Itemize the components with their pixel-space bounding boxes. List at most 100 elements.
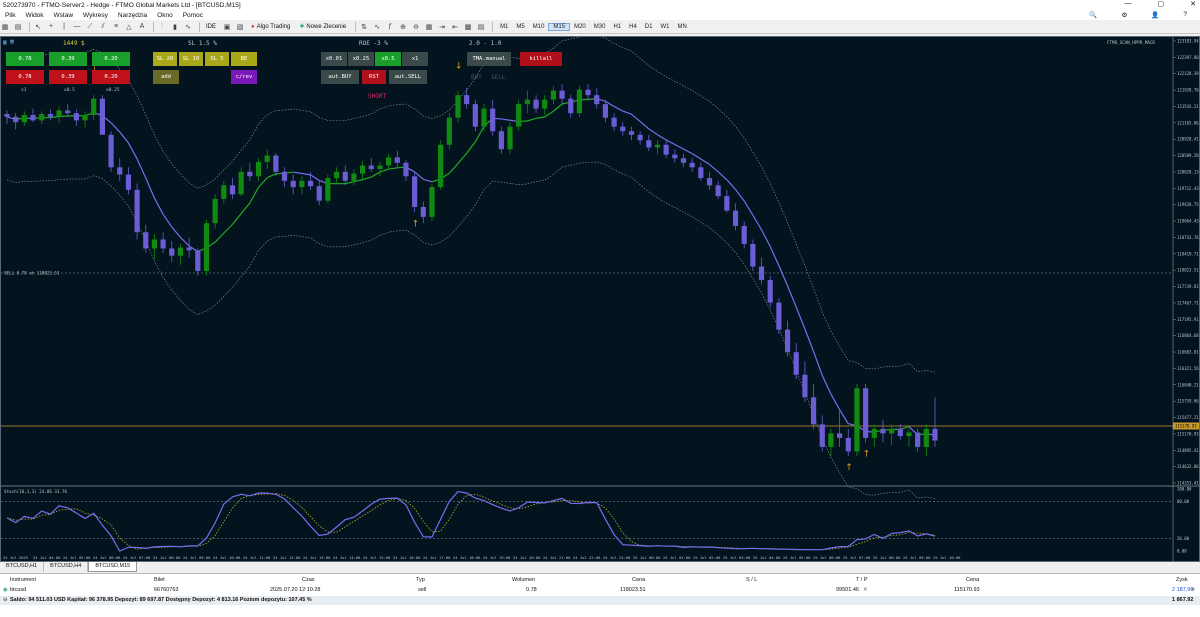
remove-tp-icon[interactable]: ✕	[863, 587, 868, 593]
candle-body	[819, 424, 825, 447]
chart-bars-icon[interactable]: ⫶	[157, 22, 167, 32]
reset-button[interactable]: RST	[362, 70, 386, 84]
grid-icon[interactable]: ▦	[424, 22, 434, 32]
profit-label: 1449 $	[63, 40, 85, 47]
col-price[interactable]: Cena	[632, 577, 645, 583]
table-row[interactable]: ◉ btcusd 66760763 2025.07.20 12:10:28 se…	[0, 586, 1200, 595]
timeframe-h4[interactable]: H4	[625, 24, 641, 30]
timeframe-d1[interactable]: D1	[641, 24, 657, 30]
tma-manual-button[interactable]: TMA.manual	[467, 52, 511, 66]
signal-icon[interactable]: ∿	[372, 22, 382, 32]
channel-icon[interactable]: ⫽	[98, 22, 108, 32]
timeframe-m30[interactable]: M30	[590, 24, 610, 30]
position-tp[interactable]: 99501.46	[836, 587, 859, 593]
algo-trading-button[interactable]: ● Algo Trading	[248, 21, 293, 32]
zoom-out-icon[interactable]: ⊖	[411, 22, 421, 32]
strategy-tester-icon[interactable]: ▧	[235, 22, 245, 32]
text-icon[interactable]: A	[137, 22, 147, 32]
roe-x001-button[interactable]: x0.01	[321, 52, 347, 66]
roe-x05-button[interactable]: x0.5	[375, 52, 401, 66]
terminal-icon[interactable]: ▣	[222, 22, 232, 32]
price-tick-label: 117195.91	[1177, 317, 1199, 322]
new-chart-icon[interactable]: ▦	[0, 22, 10, 32]
zoom-in-icon[interactable]: ⊕	[398, 22, 408, 32]
tab-btcusd-h4[interactable]: BTCUSD,H4	[44, 562, 89, 572]
menu-help[interactable]: Pomoc	[178, 12, 208, 19]
timeframe-m1[interactable]: M1	[496, 24, 512, 30]
shapes-icon[interactable]: △	[124, 22, 134, 32]
settings-icon[interactable]: ⚙	[1116, 11, 1132, 19]
col-current-price[interactable]: Cena	[966, 577, 979, 583]
close-reverse-button[interactable]: c/rev	[231, 70, 257, 84]
tab-btcusd-m15[interactable]: BTCUSD,M15	[88, 562, 138, 572]
sell-lot-1-button[interactable]: 0.78	[6, 70, 44, 84]
kill-all-button[interactable]: killall	[520, 52, 562, 66]
chart-menu-icon[interactable]: ▦ ₩	[3, 39, 14, 46]
menu-window[interactable]: Okno	[152, 12, 178, 19]
cursor-icon[interactable]: ↖	[33, 22, 43, 32]
add-button[interactable]: add	[153, 70, 179, 84]
horizontal-line-icon[interactable]: —	[72, 22, 82, 32]
chart-shift-icon[interactable]: ⇤	[450, 22, 460, 32]
chart-candles-icon[interactable]: ▮	[170, 22, 180, 32]
screenshot-icon[interactable]: ▩	[463, 22, 473, 32]
depth-of-market-icon[interactable]: ⇅	[359, 22, 369, 32]
timeframe-m5[interactable]: M5	[512, 24, 528, 30]
menu-charts[interactable]: Wykresy	[78, 12, 113, 19]
timeframe-m20[interactable]: M20	[570, 24, 590, 30]
col-ticket[interactable]: Bilet	[154, 577, 165, 583]
sell-lot-3-button[interactable]: 0.20	[92, 70, 130, 84]
account-icon[interactable]: 👤	[1146, 11, 1164, 19]
crosshair-icon[interactable]: +	[46, 22, 56, 32]
menu-file[interactable]: Plik	[0, 12, 20, 19]
tab-btcusd-h1[interactable]: BTCUSD,H1	[0, 562, 45, 572]
vertical-line-icon[interactable]: |	[59, 22, 69, 32]
sell-lot-2-button[interactable]: 0.39	[49, 70, 87, 84]
timeframe-mn[interactable]: MN	[673, 24, 690, 30]
price-chart[interactable]: 123103.94 122397.80 122128.39 121920.76 1215…	[1, 37, 1199, 561]
col-sl[interactable]: S / L	[746, 577, 757, 583]
buy-lot-1-button[interactable]: 0.78	[6, 52, 44, 66]
auto-buy-button[interactable]: aut.BUY	[321, 70, 359, 84]
sl-20-button[interactable]: SL 20	[153, 52, 177, 66]
col-volume[interactable]: Wolumen	[512, 577, 535, 583]
help-icon[interactable]: ?	[1178, 11, 1192, 19]
templates-icon[interactable]: ▤	[476, 22, 486, 32]
chart-line-icon[interactable]: ∿	[183, 22, 193, 32]
indicators-icon[interactable]: ƒ	[385, 22, 395, 32]
buy-lot-2-button[interactable]: 0.39	[49, 52, 87, 66]
maximize-icon[interactable]: ▢	[1158, 0, 1165, 8]
new-order-button[interactable]: ✚ Nowe Zlecenie	[296, 21, 349, 32]
menu-insert[interactable]: Wstaw	[49, 12, 79, 19]
sl-10-button[interactable]: SL 10	[179, 52, 203, 66]
autoscroll-icon[interactable]: ⇥	[437, 22, 447, 32]
close-position-icon[interactable]: ✕	[1191, 587, 1196, 593]
col-instrument[interactable]: Instrument	[10, 577, 36, 583]
col-profit[interactable]: Zysk	[1176, 577, 1188, 583]
menu-view[interactable]: Widok	[20, 12, 48, 19]
search-icon[interactable]: 🔍	[1084, 11, 1102, 19]
profiles-icon[interactable]: ▤	[13, 22, 23, 32]
price-tick-label: 119712.43	[1177, 186, 1199, 191]
sl-5-button[interactable]: SL 5	[205, 52, 229, 66]
chart-window[interactable]: 123103.94 122397.80 122128.39 121920.76 1215…	[0, 36, 1200, 562]
auto-sell-button[interactable]: aut.SELL	[389, 70, 427, 84]
ide-button[interactable]: IDE	[203, 21, 219, 32]
roe-x1-button[interactable]: x1	[402, 52, 428, 66]
menu-tools[interactable]: Narzędzia	[113, 12, 152, 19]
breakeven-button[interactable]: BE	[231, 52, 257, 66]
price-tick-label: 121920.76	[1177, 88, 1199, 93]
close-icon[interactable]: ✕	[1190, 0, 1196, 8]
trendline-icon[interactable]: ⟋	[85, 22, 95, 32]
timeframe-h1[interactable]: H1	[609, 24, 625, 30]
fibonacci-icon[interactable]: ≡	[111, 22, 121, 32]
timeframe-w1[interactable]: W1	[656, 24, 673, 30]
col-tp[interactable]: T / P	[856, 577, 868, 583]
col-time[interactable]: Czas	[302, 577, 315, 583]
buy-lot-3-button[interactable]: 0.20	[92, 52, 130, 66]
timeframe-m15[interactable]: M15	[548, 22, 571, 31]
minimize-icon[interactable]: —	[1125, 0, 1132, 8]
roe-x025-button[interactable]: x0.25	[348, 52, 374, 66]
col-type[interactable]: Typ	[416, 577, 425, 583]
timeframe-m10[interactable]: M10	[529, 24, 549, 30]
